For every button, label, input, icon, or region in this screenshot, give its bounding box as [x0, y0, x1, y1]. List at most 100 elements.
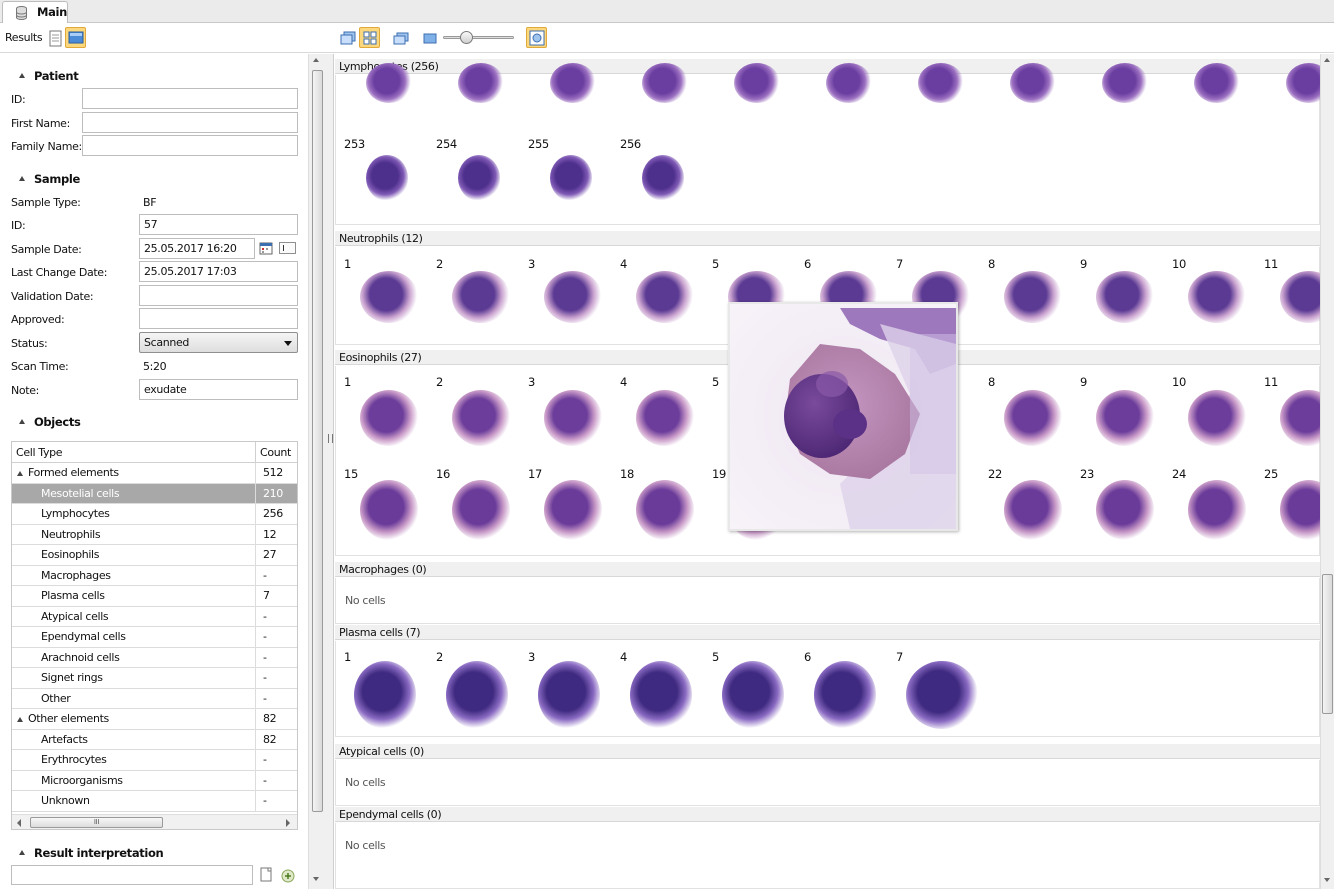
first-name-field[interactable] — [82, 112, 298, 133]
cell-thumbnail[interactable] — [544, 480, 602, 540]
table-row[interactable]: Formed elements 512 — [12, 463, 297, 484]
cell-thumbnail[interactable] — [1188, 390, 1246, 446]
group-header-plasma[interactable]: Plasma cells (7) — [335, 625, 1320, 640]
table-row[interactable]: Signet rings - — [12, 668, 297, 689]
table-row[interactable]: Lymphocytes 256 — [12, 504, 297, 525]
scroll-up-icon[interactable] — [313, 58, 319, 62]
cell-thumbnail[interactable] — [1004, 271, 1062, 323]
cell-thumbnail[interactable] — [458, 155, 500, 201]
splitter-grip-icon[interactable] — [328, 434, 333, 443]
objects-hscrollbar[interactable]: III — [12, 814, 297, 829]
scroll-up-icon[interactable] — [1324, 58, 1330, 62]
report-view-button[interactable] — [45, 28, 66, 49]
col-cell-type[interactable]: Cell Type — [16, 446, 63, 459]
cell-thumbnail[interactable] — [1096, 480, 1154, 540]
group-header-macrophages[interactable]: Macrophages (0) — [335, 562, 1320, 577]
table-row[interactable]: Mesotelial cells 210 — [12, 483, 297, 504]
cell-thumbnail[interactable] — [918, 63, 964, 103]
group-header-ependymal[interactable]: Ependymal cells (0) — [335, 807, 1320, 822]
expand-icon[interactable] — [17, 717, 23, 722]
cell-thumbnail[interactable] — [544, 271, 602, 323]
small-image-button[interactable] — [420, 28, 441, 49]
status-select[interactable]: Scanned — [139, 332, 298, 353]
family-name-field[interactable] — [82, 135, 298, 156]
gallery-scroll-thumb[interactable] — [1322, 574, 1333, 714]
table-row[interactable]: Arachnoid cells - — [12, 647, 297, 668]
table-row[interactable]: Other - — [12, 688, 297, 709]
patient-section-header[interactable]: Patient — [19, 69, 79, 83]
scroll-down-icon[interactable] — [1324, 878, 1330, 882]
left-panel-scrollbar[interactable] — [308, 54, 334, 889]
scroll-down-icon[interactable] — [313, 877, 319, 881]
objects-section-header[interactable]: Objects — [19, 415, 81, 429]
cell-thumbnail[interactable] — [906, 661, 978, 729]
approved-field[interactable] — [139, 308, 298, 329]
cell-thumbnail[interactable] — [826, 63, 872, 103]
cell-thumbnail[interactable] — [550, 63, 596, 103]
zoom-slider[interactable] — [443, 31, 514, 44]
cell-thumbnail[interactable] — [446, 661, 508, 729]
interpretation-field[interactable] — [11, 865, 253, 885]
table-row[interactable]: Microorganisms - — [12, 770, 297, 791]
cell-thumbnail[interactable] — [550, 155, 592, 201]
cell-thumbnail[interactable] — [1194, 63, 1240, 103]
sample-section-header[interactable]: Sample — [19, 172, 80, 186]
cell-thumbnail[interactable] — [734, 63, 780, 103]
table-row[interactable]: Ependymal cells - — [12, 627, 297, 648]
cell-thumbnail[interactable] — [814, 661, 876, 729]
cell-thumbnail[interactable] — [1102, 63, 1148, 103]
left-scroll-thumb[interactable] — [312, 70, 323, 812]
table-row[interactable]: Neutrophils 12 — [12, 524, 297, 545]
table-row[interactable]: Unknown - — [12, 791, 297, 812]
scroll-left-icon[interactable] — [17, 819, 21, 827]
table-row[interactable]: Macrophages - — [12, 565, 297, 586]
document-icon[interactable] — [260, 867, 272, 882]
magnifier-toggle-button[interactable] — [526, 27, 547, 48]
cell-thumbnail[interactable] — [636, 390, 694, 446]
time-spinner[interactable] — [279, 242, 296, 254]
last-change-field[interactable]: 25.05.2017 17:03 — [139, 261, 298, 282]
table-row[interactable]: Plasma cells 7 — [12, 586, 297, 607]
table-row[interactable]: Atypical cells - — [12, 606, 297, 627]
table-row[interactable]: Artefacts 82 — [12, 729, 297, 750]
zoom-slider-thumb[interactable] — [460, 31, 473, 44]
cell-thumbnail[interactable] — [354, 661, 416, 729]
calendar-icon[interactable] — [259, 241, 273, 255]
table-row[interactable]: Other elements 82 — [12, 709, 297, 730]
gallery-scrollbar[interactable] — [1320, 54, 1334, 889]
cell-thumbnail[interactable] — [458, 63, 504, 103]
sample-id-field[interactable]: 57 — [139, 214, 298, 235]
cell-thumbnail[interactable] — [366, 155, 408, 201]
cell-thumbnail[interactable] — [452, 480, 510, 540]
cell-thumbnail[interactable] — [1004, 480, 1062, 540]
objects-table[interactable]: Cell Type Count Formed elements 512 Mesote… — [11, 441, 298, 830]
table-row[interactable]: Eosinophils 27 — [12, 545, 297, 566]
validation-date-field[interactable] — [139, 285, 298, 306]
group-header-neutrophils[interactable]: Neutrophils (12) — [335, 231, 1320, 246]
cell-thumbnail[interactable] — [636, 271, 694, 323]
interpretation-section-header[interactable]: Result interpretation — [19, 846, 164, 860]
cell-thumbnail[interactable] — [360, 390, 418, 446]
cell-thumbnail[interactable] — [538, 661, 600, 729]
cell-thumbnail[interactable] — [1010, 63, 1056, 103]
cell-thumbnail[interactable] — [360, 480, 418, 540]
cell-thumbnail[interactable] — [366, 63, 412, 103]
cell-thumbnail[interactable] — [1188, 480, 1246, 540]
cell-thumbnail[interactable] — [360, 271, 418, 323]
cell-thumbnail[interactable] — [630, 661, 692, 729]
hscroll-thumb[interactable]: III — [30, 817, 163, 828]
cell-thumbnail[interactable] — [452, 271, 510, 323]
cell-thumbnail[interactable] — [544, 390, 602, 446]
cell-thumbnail[interactable] — [1096, 271, 1154, 323]
cell-thumbnail[interactable] — [642, 63, 688, 103]
scroll-right-icon[interactable] — [286, 819, 290, 827]
note-field[interactable]: exudate — [139, 379, 298, 400]
table-row[interactable]: Erythrocytes - — [12, 750, 297, 771]
patient-id-field[interactable] — [82, 88, 298, 109]
grid-view-button[interactable] — [359, 27, 380, 48]
tab-main[interactable]: Main — [2, 1, 68, 23]
image-view-button[interactable] — [65, 27, 86, 48]
group-header-atypical[interactable]: Atypical cells (0) — [335, 744, 1320, 759]
stack-view-button[interactable] — [391, 28, 412, 49]
sample-date-field[interactable]: 25.05.2017 16:20 — [139, 238, 255, 259]
